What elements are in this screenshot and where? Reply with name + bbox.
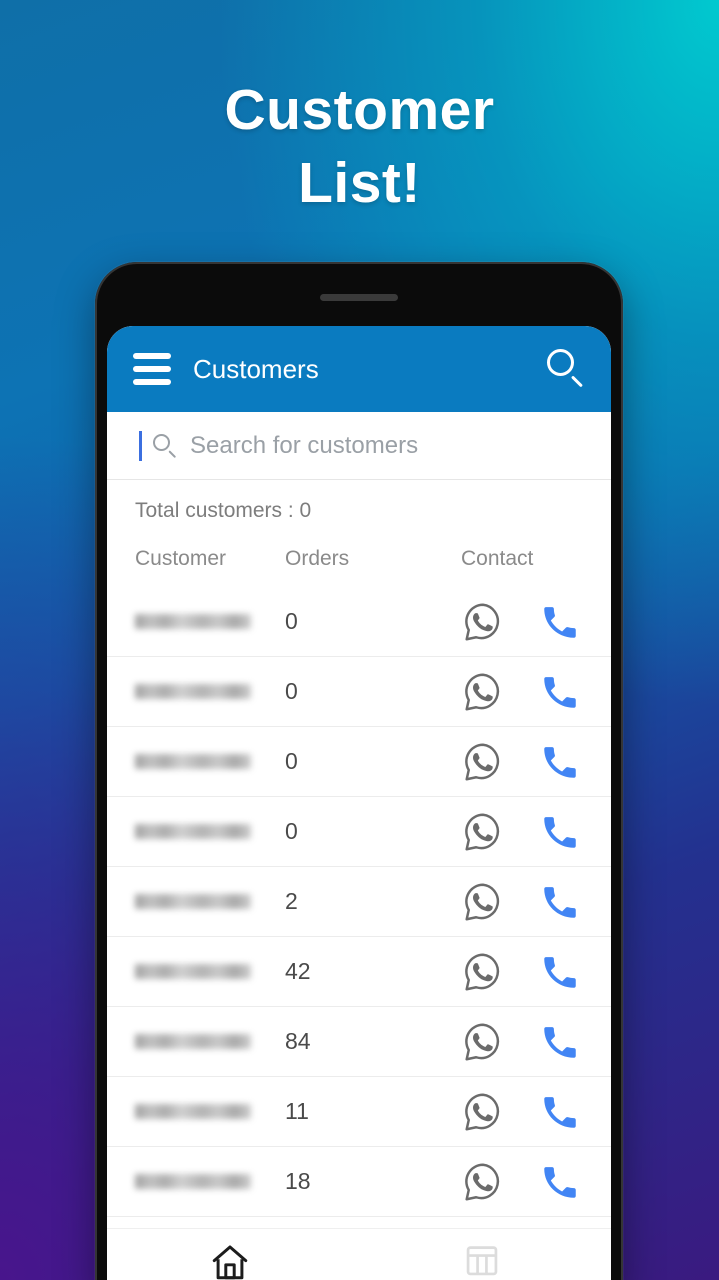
table-row[interactable]: 42: [107, 937, 611, 1007]
redacted-customer-name: [135, 754, 251, 769]
promo-screenshot: Customer List! Customers Search for cust…: [0, 0, 719, 1280]
redacted-customer-name: [135, 824, 251, 839]
table-row[interactable]: 2: [107, 867, 611, 937]
cell-orders-count: 0: [285, 608, 298, 634]
cell-customer-name: [135, 964, 285, 979]
redacted-customer-name: [135, 1034, 251, 1049]
table-row[interactable]: 0: [107, 797, 611, 867]
cell-contact-actions: [461, 1160, 611, 1204]
cell-contact-actions: [461, 950, 611, 994]
table-row[interactable]: 11: [107, 1077, 611, 1147]
cell-contact-actions: [461, 670, 611, 714]
phone-icon[interactable]: [539, 1091, 581, 1133]
whatsapp-icon[interactable]: [461, 670, 505, 714]
phone-icon[interactable]: [539, 741, 581, 783]
redacted-customer-name: [135, 1104, 251, 1119]
whatsapp-icon[interactable]: [461, 740, 505, 784]
table-row[interactable]: 84: [107, 1007, 611, 1077]
cell-orders-count: 11: [285, 1098, 309, 1124]
hamburger-menu-icon[interactable]: [133, 353, 171, 385]
customer-list: 0 0 0 0 2 42 84 11 18: [107, 587, 611, 1228]
cell-customer-name: [135, 1174, 285, 1189]
whatsapp-icon[interactable]: [461, 1020, 505, 1064]
bottom-navigation: [107, 1228, 611, 1280]
whatsapp-icon[interactable]: [461, 810, 505, 854]
app-bar: Customers: [107, 326, 611, 412]
page-title-line1: Customer: [224, 78, 495, 142]
table-row[interactable]: 0: [107, 657, 611, 727]
home-icon: [212, 1245, 248, 1280]
search-icon[interactable]: [545, 347, 589, 391]
whatsapp-icon[interactable]: [461, 600, 505, 644]
column-header-customer: Customer: [135, 547, 227, 570]
search-input-placeholder[interactable]: Search for customers: [190, 432, 418, 460]
phone-icon[interactable]: [539, 811, 581, 853]
nav-item-home[interactable]: [107, 1241, 353, 1280]
phone-icon[interactable]: [539, 1021, 581, 1063]
app-bar-title: Customers: [193, 353, 319, 384]
cell-orders-count: 42: [285, 958, 311, 984]
phone-speaker: [320, 294, 398, 301]
phone-icon[interactable]: [539, 1161, 581, 1203]
table-row[interactable]: 0: [107, 587, 611, 657]
redacted-customer-name: [135, 614, 251, 629]
redacted-customer-name: [135, 1174, 251, 1189]
table-header: Customer Orders Contact: [107, 537, 611, 587]
whatsapp-icon[interactable]: [461, 1090, 505, 1134]
phone-icon[interactable]: [539, 671, 581, 713]
cell-contact-actions: [461, 810, 611, 854]
search-icon-small: [152, 433, 178, 459]
whatsapp-icon[interactable]: [461, 880, 505, 924]
whatsapp-icon[interactable]: [461, 950, 505, 994]
cell-contact-actions: [461, 600, 611, 644]
cell-orders-count: 84: [285, 1028, 311, 1054]
cell-contact-actions: [461, 1090, 611, 1134]
search-field[interactable]: Search for customers: [107, 412, 611, 480]
total-customers-label: Total customers : 0: [135, 499, 312, 522]
phone-mockup: Customers Search for customers Total cus…: [95, 262, 623, 1280]
phone-icon[interactable]: [539, 601, 581, 643]
phone-icon[interactable]: [539, 881, 581, 923]
cell-orders-count: 0: [285, 678, 298, 704]
cell-customer-name: [135, 824, 285, 839]
cell-orders-count: 18: [285, 1168, 311, 1194]
table-row[interactable]: 0: [107, 727, 611, 797]
cell-orders-count: 2: [285, 888, 298, 914]
cell-customer-name: [135, 1034, 285, 1049]
column-header-contact: Contact: [461, 547, 534, 570]
redacted-customer-name: [135, 894, 251, 909]
cell-orders-count: 0: [285, 818, 298, 844]
table-row[interactable]: 18: [107, 1147, 611, 1217]
phone-icon[interactable]: [539, 951, 581, 993]
cell-contact-actions: [461, 880, 611, 924]
cell-customer-name: [135, 1104, 285, 1119]
cell-customer-name: [135, 684, 285, 699]
cell-customer-name: [135, 754, 285, 769]
cell-orders-count: 0: [285, 748, 298, 774]
page-title-line2: List!: [298, 150, 421, 215]
column-header-orders: Orders: [285, 547, 350, 570]
cell-customer-name: [135, 614, 285, 629]
nav-item-table[interactable]: [353, 1241, 611, 1279]
text-caret: [139, 430, 142, 461]
redacted-customer-name: [135, 684, 251, 699]
app-screen: Customers Search for customers Total cus…: [107, 326, 611, 1280]
cell-contact-actions: [461, 740, 611, 784]
whatsapp-icon[interactable]: [461, 1160, 505, 1204]
table-icon: [466, 1246, 498, 1276]
page-title: Customer List!: [0, 74, 719, 220]
cell-contact-actions: [461, 1020, 611, 1064]
cell-customer-name: [135, 894, 285, 909]
redacted-customer-name: [135, 964, 251, 979]
